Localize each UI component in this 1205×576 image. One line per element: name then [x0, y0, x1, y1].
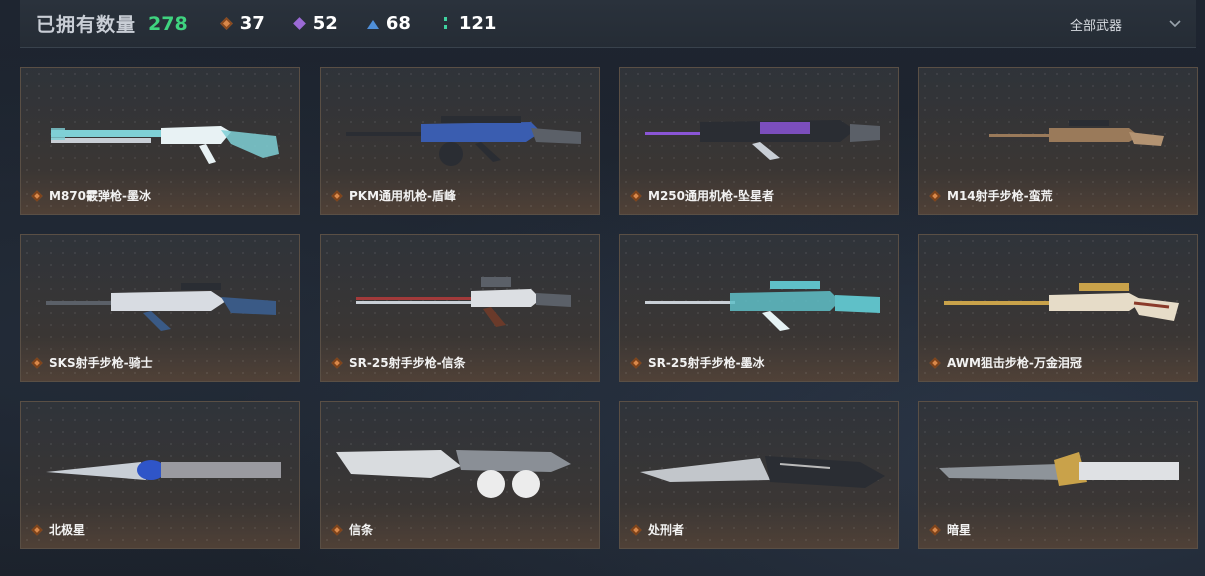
weapon-name: 暗星: [947, 523, 972, 537]
rarity-diamond-icon: [31, 357, 43, 369]
orange-diamond-icon: [220, 17, 234, 31]
weapon-card[interactable]: SKS射手步枪-骑士: [20, 234, 300, 382]
weapon-name-row: M870霰弹枪-墨冰: [31, 187, 151, 204]
weapon-card[interactable]: 处刑者: [619, 401, 899, 549]
weapon-image: [645, 281, 880, 331]
weapon-grid: M870霰弹枪-墨冰 PKM通用机枪-盾峰 M250通用机枪-坠星者 M14射手…: [20, 67, 1198, 549]
weapon-card[interactable]: SR-25射手步枪-信条: [320, 234, 600, 382]
weapon-card[interactable]: PKM通用机枪-盾峰: [320, 67, 600, 215]
weapon-image: [46, 283, 276, 331]
rarity-diamond-icon: [630, 190, 642, 202]
owned-count-label: 已拥有数量: [36, 14, 137, 36]
weapon-name: PKM通用机枪-盾峰: [349, 189, 457, 203]
blue-triangle-icon: [366, 17, 380, 31]
weapon-filter-label: 全部武器: [1069, 18, 1122, 34]
weapon-image: [46, 460, 281, 480]
weapon-card[interactable]: 暗星: [918, 401, 1198, 549]
weapon-name-row: PKM通用机枪-盾峰: [331, 187, 456, 204]
weapon-image: [989, 120, 1164, 146]
rarity-diamond-icon: [630, 524, 642, 536]
weapon-image: [645, 120, 880, 160]
weapon-name-row: M250通用机枪-坠星者: [630, 187, 774, 204]
purple-diamond-icon: [293, 17, 307, 31]
rarity-diamond-icon: [929, 190, 941, 202]
weapon-image: [346, 116, 581, 166]
weapon-image: [51, 126, 279, 164]
rarity-orange-count: 37: [220, 13, 265, 34]
weapon-collection-page: 已拥有数量 278 37 52 68 121 全部武器 M870霰弹枪-墨冰 P…: [0, 0, 1205, 576]
owned-count-value: 278: [148, 12, 188, 35]
weapon-image: [944, 283, 1179, 321]
chevron-down-icon: [1169, 20, 1181, 28]
weapon-name: 处刑者: [648, 523, 685, 537]
weapon-name-row: 处刑者: [630, 521, 684, 538]
weapon-filter-dropdown[interactable]: 全部武器: [1070, 0, 1182, 48]
weapon-name: SR-25射手步枪-墨冰: [648, 356, 765, 370]
weapon-name-row: SKS射手步枪-骑士: [31, 354, 153, 371]
rarity-value: 37: [239, 13, 265, 34]
weapon-name-row: 暗星: [929, 521, 971, 538]
weapon-image: [336, 450, 571, 498]
rarity-diamond-icon: [331, 524, 343, 536]
rarity-diamond-icon: [31, 524, 43, 536]
weapon-image: [640, 456, 885, 488]
rarity-diamond-icon: [929, 357, 941, 369]
weapon-name: SKS射手步枪-骑士: [49, 356, 153, 370]
rarity-diamond-icon: [630, 357, 642, 369]
weapon-name: 北极星: [49, 523, 86, 537]
weapon-name: SR-25射手步枪-信条: [349, 356, 466, 370]
weapon-name: 信条: [349, 523, 374, 537]
weapon-card[interactable]: AWM狙击步枪-万金泪冠: [918, 234, 1198, 382]
rarity-diamond-icon: [331, 357, 343, 369]
weapon-card[interactable]: 信条: [320, 401, 600, 549]
weapon-name-row: 信条: [331, 521, 373, 538]
weapon-name: AWM狙击步枪-万金泪冠: [947, 356, 1082, 370]
weapon-name: M14射手步枪-蛮荒: [947, 189, 1053, 203]
rarity-value: 52: [312, 13, 338, 34]
rarity-diamond-icon: [331, 190, 343, 202]
weapon-name: M870霰弹枪-墨冰: [49, 189, 151, 203]
weapon-image: [939, 452, 1179, 486]
weapon-card[interactable]: 北极星: [20, 401, 300, 549]
weapon-card[interactable]: M250通用机枪-坠星者: [619, 67, 899, 215]
rarity-purple-count: 52: [293, 13, 338, 34]
weapon-name: M250通用机枪-坠星者: [648, 189, 774, 203]
weapon-image: [356, 277, 571, 327]
rarity-value: 121: [458, 13, 497, 34]
green-dots-icon: [439, 16, 453, 31]
weapon-card[interactable]: M870霰弹枪-墨冰: [20, 67, 300, 215]
rarity-green-count: 121: [439, 13, 497, 34]
rarity-value: 68: [385, 13, 411, 34]
weapon-name-row: M14射手步枪-蛮荒: [929, 187, 1053, 204]
weapon-name-row: 北极星: [31, 521, 85, 538]
rarity-diamond-icon: [929, 524, 941, 536]
rarity-diamond-icon: [31, 190, 43, 202]
collection-header: 已拥有数量 278 37 52 68 121 全部武器: [20, 0, 1196, 48]
weapon-name-row: SR-25射手步枪-信条: [331, 354, 466, 371]
weapon-card[interactable]: SR-25射手步枪-墨冰: [619, 234, 899, 382]
rarity-blue-count: 68: [366, 13, 411, 34]
weapon-name-row: SR-25射手步枪-墨冰: [630, 354, 765, 371]
weapon-name-row: AWM狙击步枪-万金泪冠: [929, 354, 1082, 371]
weapon-card[interactable]: M14射手步枪-蛮荒: [918, 67, 1198, 215]
